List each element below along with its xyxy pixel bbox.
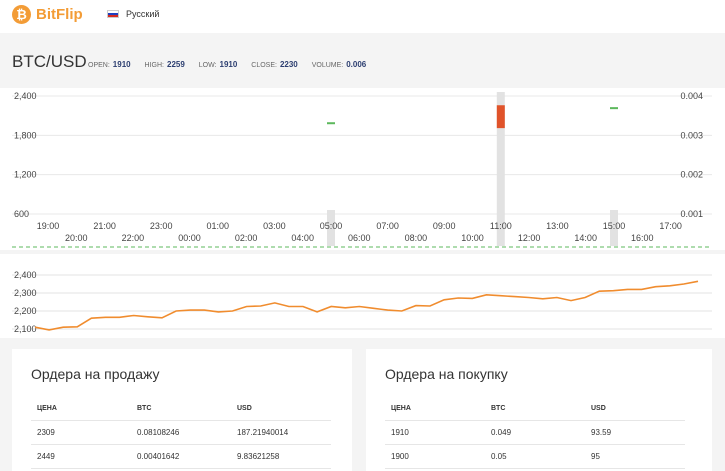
cell-usd: 187.21940014 bbox=[231, 420, 331, 445]
y-axis-tick-label: 2,100 bbox=[14, 324, 37, 334]
time-tick-label: 20:00 bbox=[65, 233, 88, 243]
time-tick-label: 12:00 bbox=[518, 233, 541, 243]
sell-orders-title: Ордера на продажу bbox=[31, 366, 160, 382]
time-tick-label: 03:00 bbox=[263, 221, 286, 231]
stat-volume-label: VOLUME: bbox=[311, 62, 344, 69]
cell-usd: 93.59 bbox=[585, 420, 685, 445]
cell-price: 2449 bbox=[31, 444, 131, 469]
cell-usd: 95 bbox=[585, 444, 685, 469]
candlestick-chart[interactable]: 2,400 1,800 1,200 600 0.004 0.003 0.002 0.001 19… bbox=[0, 88, 725, 250]
buy-orders-title: Ордера на покупку bbox=[385, 366, 508, 382]
stat-high-value: 2259 bbox=[167, 60, 185, 69]
top-bar: ₿ BitFlip Русский bbox=[0, 0, 725, 33]
time-tick-label: 13:00 bbox=[546, 221, 569, 231]
stat-close-label: CLOSE: bbox=[251, 62, 277, 69]
column-header-price: ЦЕНА bbox=[31, 397, 131, 421]
time-tick-label: 23:00 bbox=[150, 221, 173, 231]
time-tick-label: 02:00 bbox=[235, 233, 258, 243]
stat-high-label: HIGH: bbox=[144, 62, 164, 69]
time-tick-label: 19:00 bbox=[37, 221, 60, 231]
right-axis-tick-label: 0.004 bbox=[680, 91, 703, 101]
brand-name: BitFlip bbox=[36, 6, 83, 23]
time-tick-label: 04:00 bbox=[291, 233, 314, 243]
cell-price: 2309 bbox=[31, 420, 131, 445]
language-label: Русский bbox=[126, 9, 160, 19]
candle bbox=[496, 105, 505, 129]
time-tick-label: 00:00 bbox=[178, 233, 201, 243]
buy-orders-table: ЦЕНА BTC USD 1910 0.049 93.59 1900 0.05 … bbox=[385, 397, 685, 469]
y-axis-tick-label: 2,200 bbox=[14, 306, 37, 316]
chart-background bbox=[0, 254, 725, 338]
stat-open-value: 1910 bbox=[112, 60, 131, 69]
time-tick-label: 06:00 bbox=[348, 233, 371, 243]
price-line-chart[interactable]: 2,400 2,300 2,200 2,100 bbox=[0, 254, 725, 338]
brand-logo[interactable]: ₿ BitFlip bbox=[12, 5, 83, 24]
left-axis-tick-label: 1,800 bbox=[14, 130, 37, 140]
page-title: BTC/USD bbox=[12, 52, 87, 71]
time-tick-label: 07:00 bbox=[376, 221, 399, 231]
column-header-btc: BTC bbox=[485, 397, 585, 421]
left-axis-tick-label: 600 bbox=[14, 209, 29, 219]
time-tick-label: 14:00 bbox=[574, 233, 597, 243]
y-axis-tick-label: 2,400 bbox=[14, 270, 37, 280]
column-header-price: ЦЕНА bbox=[385, 397, 485, 421]
time-tick-label: 16:00 bbox=[631, 233, 654, 243]
table-row[interactable]: 1900 0.05 95 bbox=[385, 444, 685, 469]
stat-low-value: 1910 bbox=[219, 60, 238, 69]
time-tick-label: 22:00 bbox=[122, 233, 145, 243]
cell-btc: 0.049 bbox=[485, 420, 585, 445]
time-tick-label: 10:00 bbox=[461, 233, 484, 243]
candle bbox=[610, 107, 618, 110]
time-tick-label: 21:00 bbox=[93, 221, 116, 231]
candle bbox=[327, 122, 335, 125]
cell-price: 1910 bbox=[385, 420, 485, 445]
stat-volume-value: 0.006 bbox=[346, 60, 367, 69]
left-axis-tick-label: 2,400 bbox=[14, 91, 37, 101]
stat-close-value: 2230 bbox=[279, 60, 298, 69]
column-header-usd: USD bbox=[231, 397, 331, 421]
table-header-row: ЦЕНА BTC USD bbox=[31, 397, 331, 421]
time-tick-label: 17:00 bbox=[659, 221, 682, 231]
right-axis-tick-label: 0.001 bbox=[680, 209, 703, 219]
table-row[interactable]: 1910 0.049 93.59 bbox=[385, 420, 685, 445]
time-tick-label: 11:00 bbox=[490, 221, 512, 231]
market-stats: OPEN: 1910 HIGH: 2259 LOW: 1910 CLOSE: 2230 … bbox=[88, 60, 378, 69]
time-tick-label: 15:00 bbox=[603, 221, 626, 231]
bitcoin-icon: ₿ bbox=[12, 5, 31, 24]
left-axis-tick-label: 1,200 bbox=[14, 170, 37, 180]
column-header-btc: BTC bbox=[131, 397, 231, 421]
buy-orders-panel: Ордера на покупку ЦЕНА BTC USD 1910 0.04… bbox=[366, 349, 712, 471]
right-axis-tick-label: 0.002 bbox=[680, 170, 703, 180]
russia-flag-icon bbox=[107, 10, 119, 18]
cell-usd: 9.83621258 bbox=[231, 444, 331, 469]
sell-orders-panel: Ордера на продажу ЦЕНА BTC USD 2309 0.08… bbox=[12, 349, 352, 471]
cell-btc: 0.05 bbox=[485, 444, 585, 469]
cell-btc: 0.00401642 bbox=[131, 444, 231, 469]
cell-price: 1900 bbox=[385, 444, 485, 469]
table-row[interactable]: 2309 0.08108246 187.21940014 bbox=[31, 420, 331, 445]
right-axis-tick-label: 0.003 bbox=[680, 130, 703, 140]
time-tick-label: 08:00 bbox=[405, 233, 428, 243]
table-header-row: ЦЕНА BTC USD bbox=[385, 397, 685, 421]
y-axis-tick-label: 2,300 bbox=[14, 288, 37, 298]
column-header-usd: USD bbox=[585, 397, 685, 421]
time-tick-label: 01:00 bbox=[207, 221, 230, 231]
time-tick-label: 09:00 bbox=[433, 221, 456, 231]
time-tick-label: 05:00 bbox=[320, 221, 343, 231]
stat-low-label: LOW: bbox=[198, 62, 217, 69]
sell-orders-table: ЦЕНА BTC USD 2309 0.08108246 187.2194001… bbox=[31, 397, 331, 469]
table-row[interactable]: 2449 0.00401642 9.83621258 bbox=[31, 444, 331, 469]
stat-open-label: OPEN: bbox=[88, 62, 110, 69]
language-selector[interactable]: Русский bbox=[107, 9, 159, 19]
cell-btc: 0.08108246 bbox=[131, 420, 231, 445]
